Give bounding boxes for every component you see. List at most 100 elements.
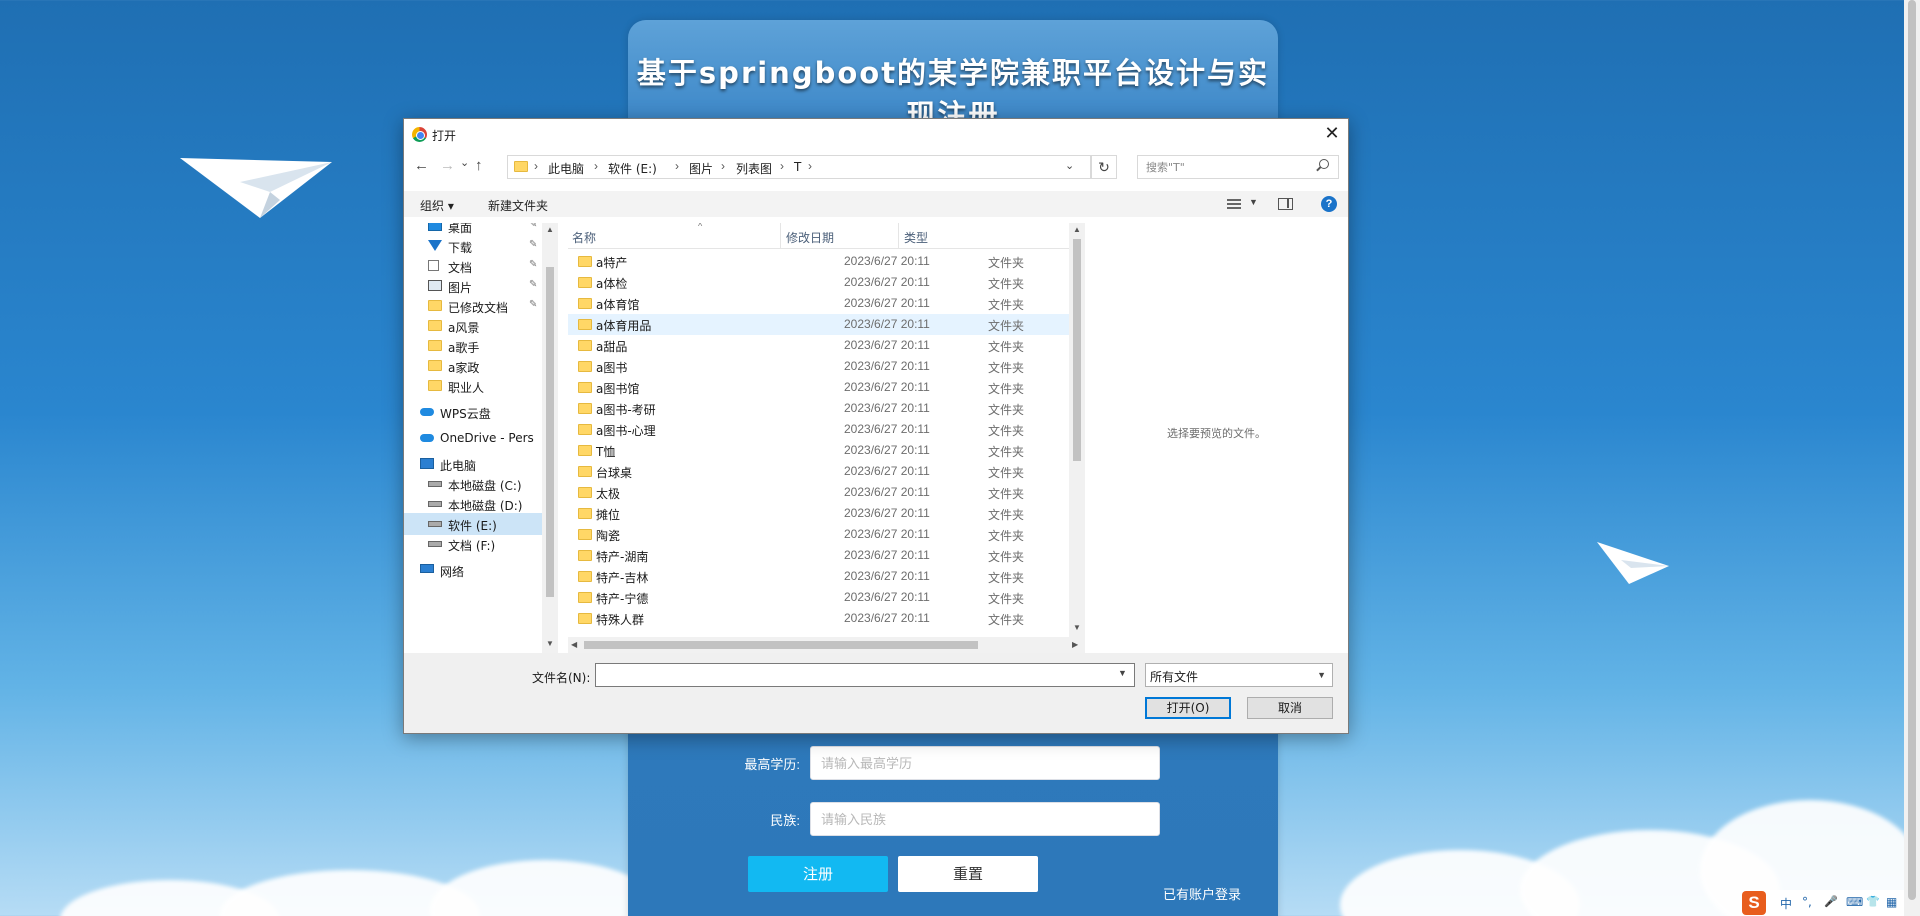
nav-item[interactable]: 已修改文档 ✎ <box>404 295 542 317</box>
file-row[interactable]: 特产-宁德 2023/6/27 20:11 文件夹 <box>568 587 1089 608</box>
refresh-icon[interactable]: ↻ <box>1091 155 1117 179</box>
folder-icon <box>578 298 592 309</box>
file-list-vscroll-thumb[interactable] <box>1073 239 1081 461</box>
file-row[interactable]: 摊位 2023/6/27 20:11 文件夹 <box>568 503 1089 524</box>
breadcrumb-t[interactable]: T <box>794 160 801 174</box>
preview-pane-icon[interactable] <box>1278 198 1293 210</box>
login-link[interactable]: 已有账户登录 <box>1163 884 1241 903</box>
nav-item[interactable]: a风景 <box>404 315 542 337</box>
skin-icon[interactable]: 👕 <box>1866 895 1880 908</box>
breadcrumb-pictures[interactable]: 图片 <box>689 160 713 177</box>
nav-item[interactable]: 本地磁盘 (C:) <box>404 473 542 495</box>
sogou-logo-icon[interactable]: S <box>1742 891 1766 915</box>
toolbox-icon[interactable]: ▦ <box>1886 895 1897 909</box>
scroll-right-icon[interactable]: ▶ <box>1072 640 1078 649</box>
back-arrow-icon[interactable]: ← <box>414 157 429 174</box>
nav-item[interactable]: 此电脑 <box>404 453 542 475</box>
file-list-hscroll-thumb[interactable] <box>584 641 978 649</box>
nav-scrollbar[interactable]: ▲ ▼ <box>542 223 558 653</box>
file-open-dialog: 打开 ✕ ← → ⌄ ↑ › 此电脑 › 软件 (E:) › 图片 › 列表图 … <box>403 118 1349 734</box>
ethnicity-label: 民族: <box>770 813 800 828</box>
file-list-hscrollbar[interactable]: ◀ ▶ <box>568 637 1085 653</box>
search-input[interactable] <box>1137 155 1339 179</box>
nav-item[interactable]: 网络 <box>404 559 542 581</box>
file-row[interactable]: 台球桌 2023/6/27 20:11 文件夹 <box>568 461 1089 482</box>
file-row[interactable]: 太极 2023/6/27 20:11 文件夹 <box>568 482 1089 503</box>
nav-item[interactable]: 本地磁盘 (D:) <box>404 493 542 515</box>
education-input[interactable] <box>810 746 1160 780</box>
file-row[interactable]: a体育用品 2023/6/27 20:11 文件夹 <box>568 314 1089 335</box>
search-icon <box>1319 159 1329 169</box>
scroll-up-icon[interactable]: ▲ <box>546 225 554 234</box>
caret-down-icon[interactable]: ▼ <box>1249 197 1258 207</box>
page-scroll-thumb[interactable] <box>1908 0 1916 900</box>
download-icon <box>428 240 442 251</box>
file-row[interactable]: a图书 2023/6/27 20:11 文件夹 <box>568 356 1089 377</box>
open-button[interactable]: 打开(O) <box>1145 697 1231 719</box>
register-button[interactable]: 注册 <box>748 856 888 892</box>
nav-item[interactable]: 职业人 <box>404 375 542 397</box>
file-row[interactable]: a图书-考研 2023/6/27 20:11 文件夹 <box>568 398 1089 419</box>
breadcrumb-this-pc[interactable]: 此电脑 <box>548 160 584 177</box>
breadcrumb-drive-e[interactable]: 软件 (E:) <box>608 160 657 177</box>
filename-input[interactable] <box>595 663 1135 687</box>
organize-menu[interactable]: 组织 ▾ <box>420 197 454 214</box>
nav-item[interactable]: 下载 ✎ <box>404 235 542 257</box>
file-row[interactable]: T恤 2023/6/27 20:11 文件夹 <box>568 440 1089 461</box>
pin-icon: ✎ <box>529 299 538 310</box>
help-icon[interactable]: ? <box>1321 196 1337 212</box>
nav-item[interactable]: 图片 ✎ <box>404 275 542 297</box>
file-row[interactable]: 特产-吉林 2023/6/27 20:11 文件夹 <box>568 566 1089 587</box>
file-row[interactable]: a图书-心理 2023/6/27 20:11 文件夹 <box>568 419 1089 440</box>
file-row[interactable]: a体检 2023/6/27 20:11 文件夹 <box>568 272 1089 293</box>
scroll-down-icon[interactable]: ▼ <box>546 639 554 648</box>
new-folder-button[interactable]: 新建文件夹 <box>488 197 548 214</box>
file-row[interactable]: 特殊人群 2023/6/27 20:11 文件夹 <box>568 608 1089 629</box>
nav-item[interactable]: WPS云盘 <box>404 401 542 423</box>
forward-arrow-icon[interactable]: → <box>440 157 455 174</box>
column-type[interactable]: 类型 <box>904 229 928 246</box>
folder-icon <box>428 320 442 331</box>
file-row[interactable]: a甜品 2023/6/27 20:11 文件夹 <box>568 335 1089 356</box>
scroll-up-icon[interactable]: ▲ <box>1073 225 1081 234</box>
chevron-down-icon[interactable]: ⌄ <box>1065 159 1074 172</box>
file-row[interactable]: a体育馆 2023/6/27 20:11 文件夹 <box>568 293 1089 314</box>
file-row[interactable]: 特产-湖南 2023/6/27 20:11 文件夹 <box>568 545 1089 566</box>
pin-icon: ✎ <box>529 239 538 250</box>
address-bar[interactable]: › 此电脑 › 软件 (E:) › 图片 › 列表图 › T › ⌄ <box>507 155 1091 179</box>
scroll-down-icon[interactable]: ▼ <box>1073 623 1081 632</box>
file-list-vscrollbar[interactable]: ▲ ▼ <box>1069 223 1085 637</box>
nav-item[interactable]: 文档 ✎ <box>404 255 542 277</box>
ethnicity-input[interactable] <box>810 802 1160 836</box>
file-name: 太极 <box>596 487 621 501</box>
recent-locations-icon[interactable]: ⌄ <box>460 156 469 169</box>
reset-button[interactable]: 重置 <box>898 856 1038 892</box>
column-date[interactable]: 修改日期 <box>786 229 834 246</box>
nav-scroll-thumb[interactable] <box>546 267 554 597</box>
chevron-down-icon[interactable]: ▼ <box>1118 668 1127 678</box>
nav-item[interactable]: 软件 (E:) <box>404 513 542 535</box>
ime-chinese-mode[interactable]: 中 <box>1780 895 1792 912</box>
file-row[interactable]: a图书馆 2023/6/27 20:11 文件夹 <box>568 377 1089 398</box>
dialog-titlebar: 打开 ✕ <box>404 119 1348 149</box>
close-button[interactable]: ✕ <box>1320 123 1344 145</box>
nav-item[interactable]: a歌手 <box>404 335 542 357</box>
scroll-left-icon[interactable]: ◀ <box>571 640 577 649</box>
file-type-select[interactable]: 所有文件 ▼ <box>1145 663 1333 687</box>
up-arrow-icon[interactable]: ↑ <box>475 157 483 174</box>
file-row[interactable]: 陶瓷 2023/6/27 20:11 文件夹 <box>568 524 1089 545</box>
breadcrumb-list-images[interactable]: 列表图 <box>736 160 772 177</box>
view-options-icon[interactable] <box>1227 199 1241 209</box>
file-type: 文件夹 <box>988 340 1025 354</box>
cancel-button[interactable]: 取消 <box>1247 697 1333 719</box>
keyboard-icon[interactable]: ⌨ <box>1846 895 1863 909</box>
nav-item[interactable]: 文档 (F:) <box>404 533 542 555</box>
nav-item[interactable]: OneDrive - Pers <box>404 427 542 449</box>
file-type: 文件夹 <box>988 571 1025 585</box>
column-name[interactable]: 名称 <box>572 229 596 246</box>
nav-item[interactable]: a家政 <box>404 355 542 377</box>
microphone-icon[interactable]: 🎤 <box>1824 895 1838 908</box>
ime-punctuation-icon[interactable]: °, <box>1802 895 1812 909</box>
page-scrollbar[interactable] <box>1904 0 1920 916</box>
file-row[interactable]: a特产 2023/6/27 20:11 文件夹 <box>568 251 1089 272</box>
